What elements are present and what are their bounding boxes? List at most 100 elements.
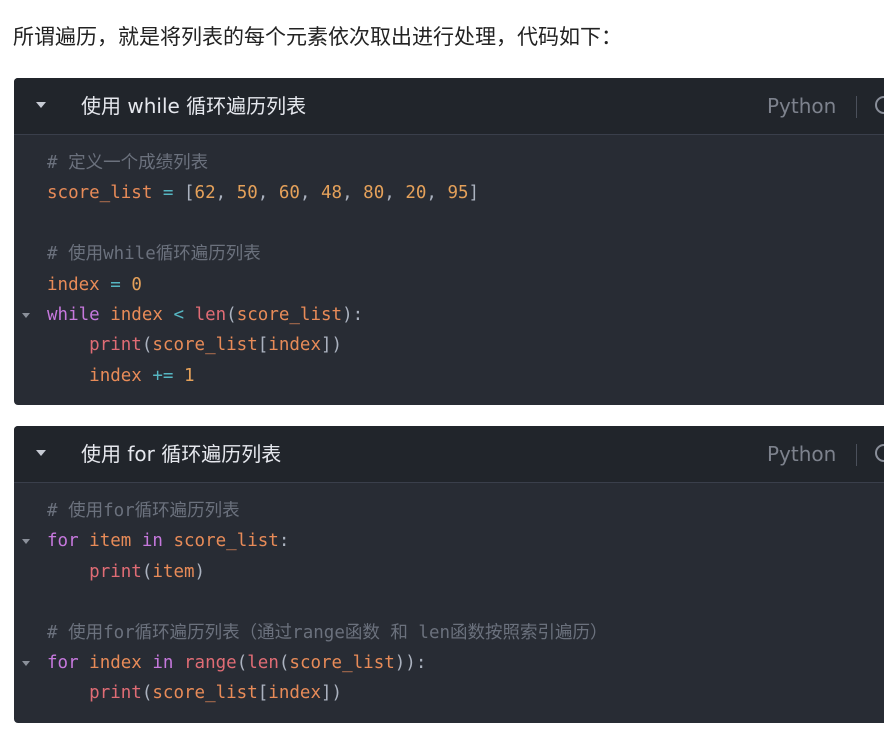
code-token-punct: [ [257, 683, 269, 704]
code-body: # 定义一个成绩列表 score_list = [62, 50, 60, 48, … [14, 135, 884, 391]
code-token-operator: = [162, 183, 174, 204]
code-token-punct [131, 531, 142, 551]
code-block-title: 使用 for 循环遍历列表 [81, 442, 282, 466]
code-token-comment: # 使用for循环遍历列表（通过range函数 和 len函数按照索引遍历） [47, 622, 608, 643]
code-token-punct: , [215, 183, 237, 204]
code-token-variable: index [268, 335, 321, 356]
code-token-punct [79, 653, 90, 673]
code-token-function: print [89, 683, 142, 704]
code-token-number: 48 [321, 183, 343, 204]
code-token-variable: score_list [173, 531, 279, 552]
code-token-number: 20 [405, 183, 427, 204]
code-line: print(score_list[index]) [14, 678, 884, 708]
code-token-punct: ): [342, 304, 364, 325]
code-token-operator: = [110, 274, 121, 295]
code-token-punct [47, 335, 89, 355]
code-token-punct [47, 366, 89, 386]
code-token-punct: ( [141, 683, 153, 704]
code-line: score_list = [62, 50, 60, 48, 80, 20, 95… [14, 178, 884, 208]
code-token-punct: ( [141, 561, 153, 582]
code-token-variable: score_list [152, 683, 258, 704]
code-token-variable: index [110, 304, 163, 325]
code-token-variable: index [89, 652, 142, 673]
code-token-punct: , [342, 183, 364, 204]
code-token-keyword: for [47, 531, 79, 552]
fold-arrow-icon[interactable] [22, 660, 30, 666]
code-line: for item in score_list: [14, 526, 884, 556]
code-token-number: 80 [363, 183, 385, 204]
code-token-punct: [ [257, 335, 269, 356]
code-token-number: 60 [278, 183, 300, 204]
code-block-header[interactable]: 使用 while 循环遍历列表 Python [14, 78, 884, 135]
code-language-label: Python [767, 94, 837, 118]
code-token-punct: ( [226, 304, 237, 325]
code-token-punct: ] [468, 183, 480, 204]
code-token-variable: score_list [47, 183, 153, 204]
code-token-punct: : [278, 531, 290, 552]
copy-icon[interactable] [875, 96, 884, 114]
code-token-punct [152, 183, 163, 203]
code-language-label: Python [767, 442, 837, 466]
collapse-arrow-icon[interactable] [36, 102, 46, 108]
code-token-operator: += [152, 365, 174, 386]
code-token-punct [100, 275, 111, 295]
code-token-punct [142, 366, 153, 386]
code-token-punct [184, 305, 195, 325]
code-token-number: 50 [236, 183, 258, 204]
code-token-punct: ]) [320, 335, 343, 356]
intro-text: 所谓遍历，就是将列表的每个元素依次取出进行处理，代码如下： [13, 25, 622, 49]
code-token-punct [163, 531, 174, 551]
code-token-punct [100, 305, 111, 325]
code-token-number: 62 [194, 183, 216, 204]
code-block-header[interactable]: 使用 for 循环遍历列表 Python [14, 426, 884, 483]
code-token-punct [121, 275, 132, 295]
fold-arrow-icon[interactable] [22, 312, 30, 318]
code-line: print(item) [14, 557, 884, 587]
code-token-variable: index [268, 683, 321, 704]
header-divider [856, 444, 857, 466]
code-token-punct: ( [141, 335, 153, 356]
code-body: # 使用for循环遍历列表 for item in score_list: pri… [14, 483, 884, 709]
code-token-number: 95 [447, 183, 469, 204]
code-token-function: range [184, 652, 237, 673]
code-token-variable: score_list [289, 652, 395, 673]
code-token-variable: index [47, 274, 100, 295]
code-block-for: 使用 for 循环遍历列表 Python # 使用for循环遍历列表 for it… [14, 426, 884, 723]
code-token-variable: item [152, 561, 195, 582]
code-token-punct: , [299, 183, 321, 204]
code-token-punct: ( [236, 652, 248, 673]
code-token-punct [142, 653, 153, 673]
fold-arrow-icon[interactable] [22, 539, 30, 545]
code-token-punct [47, 683, 89, 703]
code-line: for index in range(len(score_list)): [14, 648, 884, 678]
code-token-variable: index [89, 365, 142, 386]
code-token-comment: # 使用for循环遍历列表 [47, 501, 240, 521]
code-block-title: 使用 while 循环遍历列表 [81, 94, 307, 118]
code-token-punct: ) [194, 561, 206, 582]
code-token-keyword: in [152, 652, 174, 673]
code-token-punct [79, 531, 90, 551]
code-token-keyword: in [141, 531, 163, 552]
code-token-number: 1 [184, 365, 195, 386]
code-token-function: len [194, 304, 227, 325]
code-line: # 使用while循环遍历列表 [14, 239, 884, 269]
code-line: while index < len(score_list): [14, 300, 884, 330]
code-token-punct: , [384, 183, 406, 204]
code-token-punct: ( [278, 652, 290, 673]
code-token-keyword: while [47, 304, 100, 325]
copy-icon[interactable] [875, 444, 884, 462]
code-line: index += 1 [14, 361, 884, 391]
code-token-punct: , [257, 183, 279, 204]
code-line: print(score_list[index]) [14, 330, 884, 360]
code-token-function: print [89, 335, 142, 356]
code-token-number: 0 [131, 274, 142, 295]
code-token-punct: [ [173, 183, 195, 204]
collapse-arrow-icon[interactable] [36, 450, 46, 456]
code-token-operator: < [173, 304, 185, 325]
code-token-punct: ]) [320, 683, 343, 704]
code-token-punct [47, 562, 89, 582]
code-token-punct [163, 305, 174, 325]
code-line: # 使用for循环遍历列表（通过range函数 和 len函数按照索引遍历） [14, 618, 884, 648]
